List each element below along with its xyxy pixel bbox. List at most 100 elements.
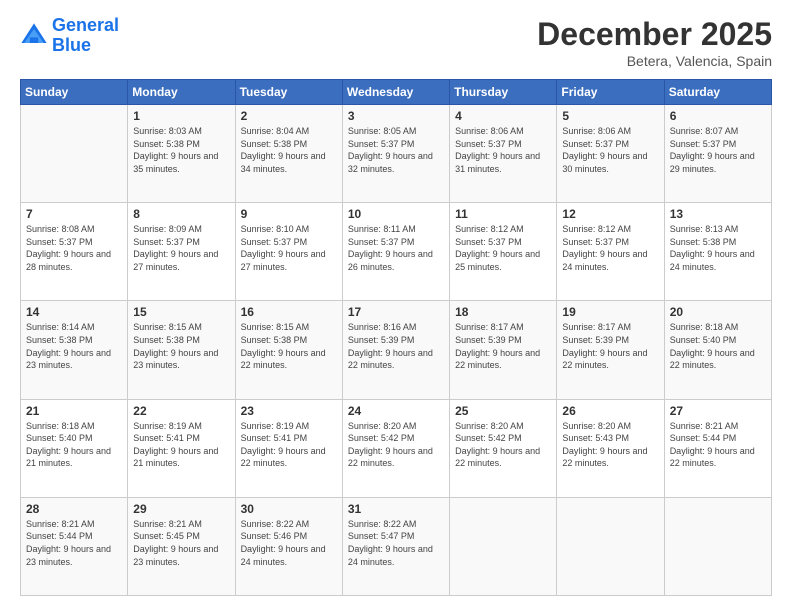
day-number: 26 <box>562 404 658 418</box>
calendar-cell: 16 Sunrise: 8:15 AM Sunset: 5:38 PM Dayl… <box>235 301 342 399</box>
calendar-cell: 19 Sunrise: 8:17 AM Sunset: 5:39 PM Dayl… <box>557 301 664 399</box>
day-number: 28 <box>26 502 122 516</box>
day-info: Sunrise: 8:05 AM Sunset: 5:37 PM Dayligh… <box>348 125 444 175</box>
calendar-cell: 11 Sunrise: 8:12 AM Sunset: 5:37 PM Dayl… <box>450 203 557 301</box>
calendar-cell: 31 Sunrise: 8:22 AM Sunset: 5:47 PM Dayl… <box>342 497 449 595</box>
day-info: Sunrise: 8:07 AM Sunset: 5:37 PM Dayligh… <box>670 125 766 175</box>
calendar-cell: 22 Sunrise: 8:19 AM Sunset: 5:41 PM Dayl… <box>128 399 235 497</box>
day-info: Sunrise: 8:20 AM Sunset: 5:42 PM Dayligh… <box>455 420 551 470</box>
calendar-cell: 4 Sunrise: 8:06 AM Sunset: 5:37 PM Dayli… <box>450 105 557 203</box>
calendar-cell <box>557 497 664 595</box>
calendar-table: Sunday Monday Tuesday Wednesday Thursday… <box>20 79 772 596</box>
day-info: Sunrise: 8:14 AM Sunset: 5:38 PM Dayligh… <box>26 321 122 371</box>
day-number: 19 <box>562 305 658 319</box>
calendar-cell: 12 Sunrise: 8:12 AM Sunset: 5:37 PM Dayl… <box>557 203 664 301</box>
col-monday: Monday <box>128 80 235 105</box>
calendar-cell: 8 Sunrise: 8:09 AM Sunset: 5:37 PM Dayli… <box>128 203 235 301</box>
day-number: 24 <box>348 404 444 418</box>
day-number: 12 <box>562 207 658 221</box>
col-sunday: Sunday <box>21 80 128 105</box>
calendar-cell <box>664 497 771 595</box>
day-info: Sunrise: 8:15 AM Sunset: 5:38 PM Dayligh… <box>133 321 229 371</box>
day-number: 23 <box>241 404 337 418</box>
day-info: Sunrise: 8:18 AM Sunset: 5:40 PM Dayligh… <box>26 420 122 470</box>
calendar-cell: 1 Sunrise: 8:03 AM Sunset: 5:38 PM Dayli… <box>128 105 235 203</box>
col-wednesday: Wednesday <box>342 80 449 105</box>
logo-blue: Blue <box>52 35 91 55</box>
page: General Blue December 2025 Betera, Valen… <box>0 0 792 612</box>
day-info: Sunrise: 8:12 AM Sunset: 5:37 PM Dayligh… <box>562 223 658 273</box>
main-title: December 2025 <box>537 16 772 53</box>
day-info: Sunrise: 8:08 AM Sunset: 5:37 PM Dayligh… <box>26 223 122 273</box>
day-number: 6 <box>670 109 766 123</box>
day-number: 13 <box>670 207 766 221</box>
calendar-cell: 9 Sunrise: 8:10 AM Sunset: 5:37 PM Dayli… <box>235 203 342 301</box>
day-info: Sunrise: 8:21 AM Sunset: 5:44 PM Dayligh… <box>670 420 766 470</box>
day-number: 29 <box>133 502 229 516</box>
calendar-cell: 18 Sunrise: 8:17 AM Sunset: 5:39 PM Dayl… <box>450 301 557 399</box>
day-info: Sunrise: 8:17 AM Sunset: 5:39 PM Dayligh… <box>562 321 658 371</box>
calendar-cell: 13 Sunrise: 8:13 AM Sunset: 5:38 PM Dayl… <box>664 203 771 301</box>
day-info: Sunrise: 8:19 AM Sunset: 5:41 PM Dayligh… <box>133 420 229 470</box>
calendar-cell: 25 Sunrise: 8:20 AM Sunset: 5:42 PM Dayl… <box>450 399 557 497</box>
day-number: 30 <box>241 502 337 516</box>
day-number: 1 <box>133 109 229 123</box>
day-number: 10 <box>348 207 444 221</box>
day-info: Sunrise: 8:19 AM Sunset: 5:41 PM Dayligh… <box>241 420 337 470</box>
day-info: Sunrise: 8:06 AM Sunset: 5:37 PM Dayligh… <box>455 125 551 175</box>
calendar-week-1: 7 Sunrise: 8:08 AM Sunset: 5:37 PM Dayli… <box>21 203 772 301</box>
calendar-cell: 29 Sunrise: 8:21 AM Sunset: 5:45 PM Dayl… <box>128 497 235 595</box>
col-thursday: Thursday <box>450 80 557 105</box>
day-number: 21 <box>26 404 122 418</box>
day-number: 27 <box>670 404 766 418</box>
calendar-cell: 15 Sunrise: 8:15 AM Sunset: 5:38 PM Dayl… <box>128 301 235 399</box>
calendar-cell: 28 Sunrise: 8:21 AM Sunset: 5:44 PM Dayl… <box>21 497 128 595</box>
calendar-cell: 10 Sunrise: 8:11 AM Sunset: 5:37 PM Dayl… <box>342 203 449 301</box>
day-number: 2 <box>241 109 337 123</box>
calendar-week-0: 1 Sunrise: 8:03 AM Sunset: 5:38 PM Dayli… <box>21 105 772 203</box>
day-number: 17 <box>348 305 444 319</box>
title-block: December 2025 Betera, Valencia, Spain <box>537 16 772 69</box>
calendar-cell: 27 Sunrise: 8:21 AM Sunset: 5:44 PM Dayl… <box>664 399 771 497</box>
logo-general: General <box>52 15 119 35</box>
calendar-cell: 5 Sunrise: 8:06 AM Sunset: 5:37 PM Dayli… <box>557 105 664 203</box>
day-info: Sunrise: 8:03 AM Sunset: 5:38 PM Dayligh… <box>133 125 229 175</box>
day-info: Sunrise: 8:21 AM Sunset: 5:44 PM Dayligh… <box>26 518 122 568</box>
calendar-week-4: 28 Sunrise: 8:21 AM Sunset: 5:44 PM Dayl… <box>21 497 772 595</box>
day-number: 14 <box>26 305 122 319</box>
day-info: Sunrise: 8:12 AM Sunset: 5:37 PM Dayligh… <box>455 223 551 273</box>
day-info: Sunrise: 8:22 AM Sunset: 5:47 PM Dayligh… <box>348 518 444 568</box>
day-info: Sunrise: 8:21 AM Sunset: 5:45 PM Dayligh… <box>133 518 229 568</box>
calendar-cell: 17 Sunrise: 8:16 AM Sunset: 5:39 PM Dayl… <box>342 301 449 399</box>
calendar-cell: 14 Sunrise: 8:14 AM Sunset: 5:38 PM Dayl… <box>21 301 128 399</box>
day-number: 7 <box>26 207 122 221</box>
day-number: 9 <box>241 207 337 221</box>
day-info: Sunrise: 8:20 AM Sunset: 5:42 PM Dayligh… <box>348 420 444 470</box>
calendar-cell <box>21 105 128 203</box>
day-info: Sunrise: 8:22 AM Sunset: 5:46 PM Dayligh… <box>241 518 337 568</box>
day-info: Sunrise: 8:16 AM Sunset: 5:39 PM Dayligh… <box>348 321 444 371</box>
day-number: 20 <box>670 305 766 319</box>
calendar-cell <box>450 497 557 595</box>
day-info: Sunrise: 8:17 AM Sunset: 5:39 PM Dayligh… <box>455 321 551 371</box>
day-number: 8 <box>133 207 229 221</box>
logo-icon <box>20 22 48 50</box>
logo: General Blue <box>20 16 119 56</box>
day-number: 22 <box>133 404 229 418</box>
calendar-cell: 2 Sunrise: 8:04 AM Sunset: 5:38 PM Dayli… <box>235 105 342 203</box>
calendar-cell: 20 Sunrise: 8:18 AM Sunset: 5:40 PM Dayl… <box>664 301 771 399</box>
day-info: Sunrise: 8:04 AM Sunset: 5:38 PM Dayligh… <box>241 125 337 175</box>
calendar-week-3: 21 Sunrise: 8:18 AM Sunset: 5:40 PM Dayl… <box>21 399 772 497</box>
col-tuesday: Tuesday <box>235 80 342 105</box>
calendar-cell: 24 Sunrise: 8:20 AM Sunset: 5:42 PM Dayl… <box>342 399 449 497</box>
day-info: Sunrise: 8:13 AM Sunset: 5:38 PM Dayligh… <box>670 223 766 273</box>
calendar-cell: 26 Sunrise: 8:20 AM Sunset: 5:43 PM Dayl… <box>557 399 664 497</box>
subtitle: Betera, Valencia, Spain <box>537 53 772 69</box>
day-info: Sunrise: 8:06 AM Sunset: 5:37 PM Dayligh… <box>562 125 658 175</box>
calendar-cell: 30 Sunrise: 8:22 AM Sunset: 5:46 PM Dayl… <box>235 497 342 595</box>
day-number: 4 <box>455 109 551 123</box>
day-info: Sunrise: 8:15 AM Sunset: 5:38 PM Dayligh… <box>241 321 337 371</box>
calendar-cell: 3 Sunrise: 8:05 AM Sunset: 5:37 PM Dayli… <box>342 105 449 203</box>
day-number: 3 <box>348 109 444 123</box>
day-info: Sunrise: 8:18 AM Sunset: 5:40 PM Dayligh… <box>670 321 766 371</box>
